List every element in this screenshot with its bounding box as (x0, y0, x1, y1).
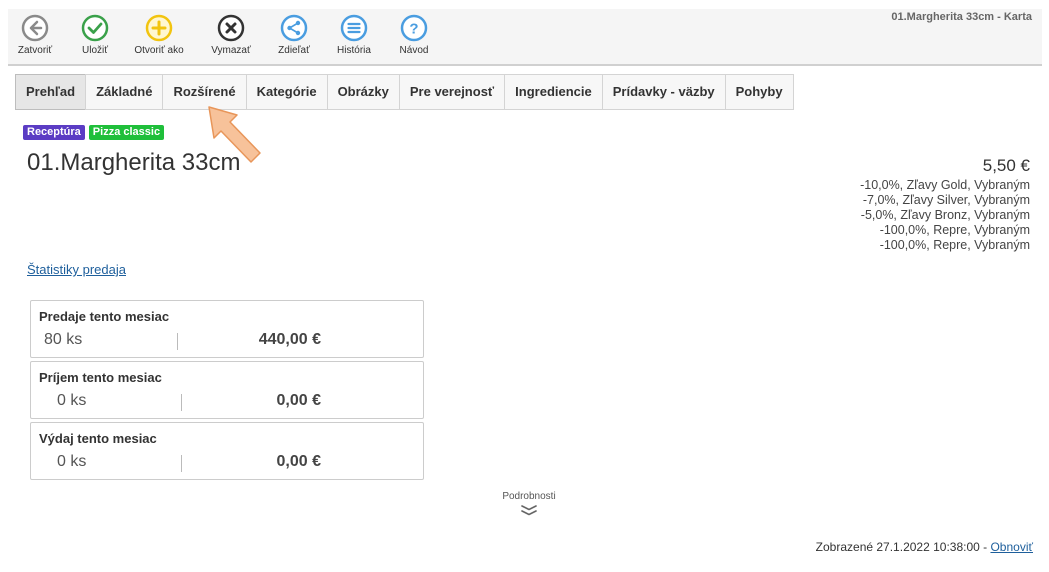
save-label: Uložiť (82, 45, 108, 56)
tab-bar: Prehľad Základné Rozšírené Kategórie Obr… (15, 74, 794, 110)
card-divider (177, 333, 178, 350)
product-price: 5,50 € (982, 156, 1030, 175)
card-amount: 440,00 € (258, 331, 321, 348)
recipe-badge: Receptúra (23, 125, 85, 140)
toolbar: Zatvoriť Uložiť Otvoriť ako Vymazať Zdie… (8, 9, 1042, 66)
x-circle-icon (217, 14, 245, 42)
share-circle-icon (280, 14, 308, 42)
card-divider (181, 394, 182, 411)
help-circle-icon: ? (400, 14, 428, 42)
card-title: Príjem tento mesiac (39, 370, 162, 385)
tab-overview[interactable]: Prehľad (15, 74, 87, 110)
card-quantity: 0 ks (57, 392, 87, 409)
displayed-timestamp: Zobrazené 27.1.2022 10:38:00 - (815, 540, 991, 554)
card-quantity: 80 ks (44, 331, 83, 348)
price-block: 5,50 € -10,0%, Zľavy Gold, Vybraným -7,0… (860, 156, 1030, 253)
card-amount: 0,00 € (276, 392, 321, 409)
plus-circle-icon (145, 14, 173, 42)
tab-movements[interactable]: Pohyby (724, 74, 794, 110)
arrow-left-circle-icon (21, 14, 49, 42)
discount-line: -5,0%, Zľavy Bronz, Vybraným (860, 208, 1030, 222)
open-as-label: Otvoriť ako (134, 45, 184, 56)
save-button[interactable]: Uložiť (60, 14, 130, 56)
check-circle-icon (81, 14, 109, 42)
list-circle-icon (340, 14, 368, 42)
delete-button[interactable]: Vymazať (196, 14, 266, 56)
card-title: Predaje tento mesiac (39, 309, 170, 324)
discount-line: -10,0%, Zľavy Gold, Vybraným (860, 178, 1030, 192)
category-badge: Pizza classic (88, 125, 165, 140)
card-title: Výdaj tento mesiac (39, 431, 157, 446)
card-divider (181, 455, 182, 472)
income-month-card: Príjem tento mesiac 0 ks 0,00 € (30, 361, 424, 419)
help-button[interactable]: ? Návod (379, 14, 449, 56)
window-title: 01.Margherita 33cm - Karta (891, 11, 1032, 23)
tab-ingredients[interactable]: Ingrediencie (504, 74, 603, 110)
tab-basic[interactable]: Základné (85, 74, 164, 110)
tab-addons[interactable]: Prídavky - väzby (601, 74, 726, 110)
discount-line: -7,0%, Zľavy Silver, Vybraným (862, 193, 1030, 207)
expense-month-card: Výdaj tento mesiac 0 ks 0,00 € (30, 422, 424, 480)
open-as-button[interactable]: Otvoriť ako (124, 14, 194, 56)
help-label: Návod (399, 45, 429, 56)
double-chevron-down-icon (521, 505, 537, 516)
refresh-link[interactable]: Obnoviť (990, 540, 1033, 554)
card-amount: 0,00 € (276, 453, 321, 470)
card-quantity: 0 ks (57, 453, 87, 470)
details-label: Podrobnosti (502, 491, 556, 502)
tab-public[interactable]: Pre verejnosť (398, 74, 506, 110)
footer-status: Zobrazené 27.1.2022 10:38:00 - Obnoviť (816, 540, 1033, 554)
pointer-arrow-icon (208, 106, 261, 163)
tab-images[interactable]: Obrázky (326, 74, 400, 110)
sales-month-card: Predaje tento mesiac 80 ks 440,00 € (30, 300, 424, 358)
discount-line: -100,0%, Repre, Vybraným (879, 223, 1030, 237)
sales-statistics-link[interactable]: Štatistiky predaja (27, 262, 126, 277)
badge-group: Receptúra Pizza classic (23, 125, 165, 140)
details-toggle[interactable]: Podrobnosti (490, 491, 568, 516)
svg-text:?: ? (409, 21, 418, 38)
delete-label: Vymazať (211, 45, 251, 56)
discount-line: -100,0%, Repre, Vybraným (879, 238, 1030, 252)
